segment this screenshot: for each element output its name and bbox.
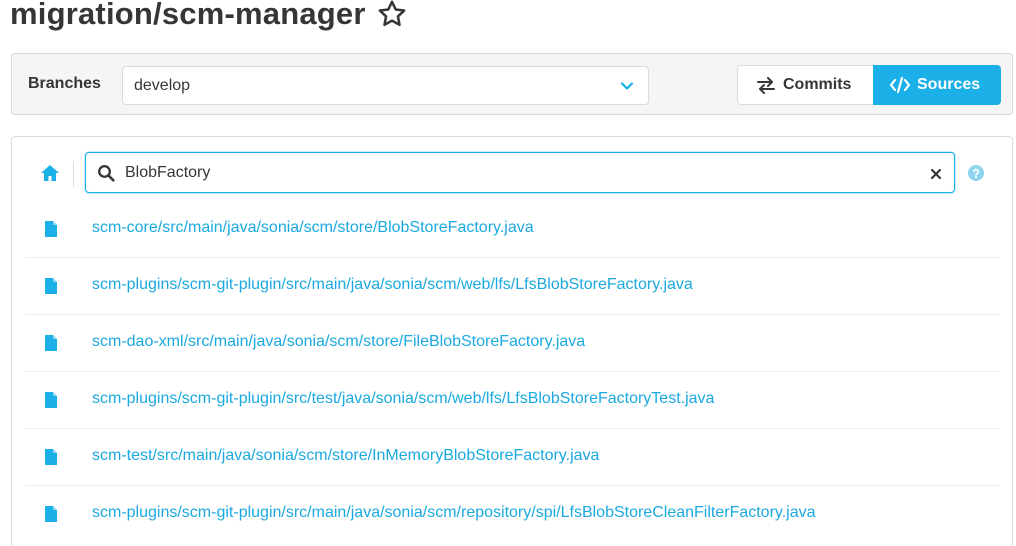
branch-toolbar: Branches develop Commits Sources (11, 53, 1013, 115)
star-icon[interactable] (376, 0, 408, 30)
search-results: scm-core/src/main/java/sonia/scm/store/B… (25, 201, 1000, 543)
file-icon (45, 335, 57, 351)
commits-button[interactable]: Commits (737, 65, 873, 105)
home-icon[interactable] (39, 163, 61, 183)
list-item: scm-dao-xml/src/main/java/sonia/scm/stor… (25, 315, 1000, 372)
branch-select-value: develop (134, 77, 191, 94)
search-field (85, 152, 955, 193)
file-icon (45, 506, 57, 522)
list-item: scm-plugins/scm-git-plugin/src/test/java… (25, 372, 1000, 429)
sources-button-label: Sources (917, 76, 981, 93)
file-icon (45, 392, 57, 408)
chevron-down-icon (620, 79, 634, 93)
branch-select[interactable]: develop (122, 66, 649, 105)
file-icon (45, 221, 57, 237)
exchange-icon (756, 76, 776, 94)
list-item: scm-plugins/scm-git-plugin/src/main/java… (25, 258, 1000, 315)
commits-button-label: Commits (783, 76, 852, 93)
view-toggle: Commits Sources (737, 65, 1001, 105)
search-input[interactable] (125, 162, 905, 184)
file-link[interactable]: scm-plugins/scm-git-plugin/src/test/java… (92, 390, 714, 408)
file-icon (45, 449, 57, 465)
list-item: scm-core/src/main/java/sonia/scm/store/B… (25, 201, 1000, 258)
list-item: scm-test/src/main/java/sonia/scm/store/I… (25, 429, 1000, 486)
file-search-panel: scm-core/src/main/java/sonia/scm/store/B… (11, 136, 1013, 546)
search-icon (97, 164, 115, 182)
help-icon[interactable] (968, 165, 984, 181)
sources-button[interactable]: Sources (873, 65, 1001, 105)
close-icon[interactable] (930, 167, 942, 180)
divider (73, 161, 74, 187)
file-link[interactable]: scm-test/src/main/java/sonia/scm/store/I… (92, 447, 599, 465)
file-link[interactable]: scm-dao-xml/src/main/java/sonia/scm/stor… (92, 333, 585, 351)
code-icon (890, 76, 910, 94)
file-link[interactable]: scm-core/src/main/java/sonia/scm/store/B… (92, 219, 534, 237)
file-link[interactable]: scm-plugins/scm-git-plugin/src/main/java… (92, 276, 693, 294)
repository-title: migration/scm-manager (10, 0, 366, 31)
page-header: migration/scm-manager (10, 0, 408, 34)
branches-label: Branches (28, 75, 101, 92)
file-link[interactable]: scm-plugins/scm-git-plugin/src/main/java… (92, 504, 816, 522)
file-icon (45, 278, 57, 294)
list-item: scm-plugins/scm-git-plugin/src/main/java… (25, 486, 1000, 543)
